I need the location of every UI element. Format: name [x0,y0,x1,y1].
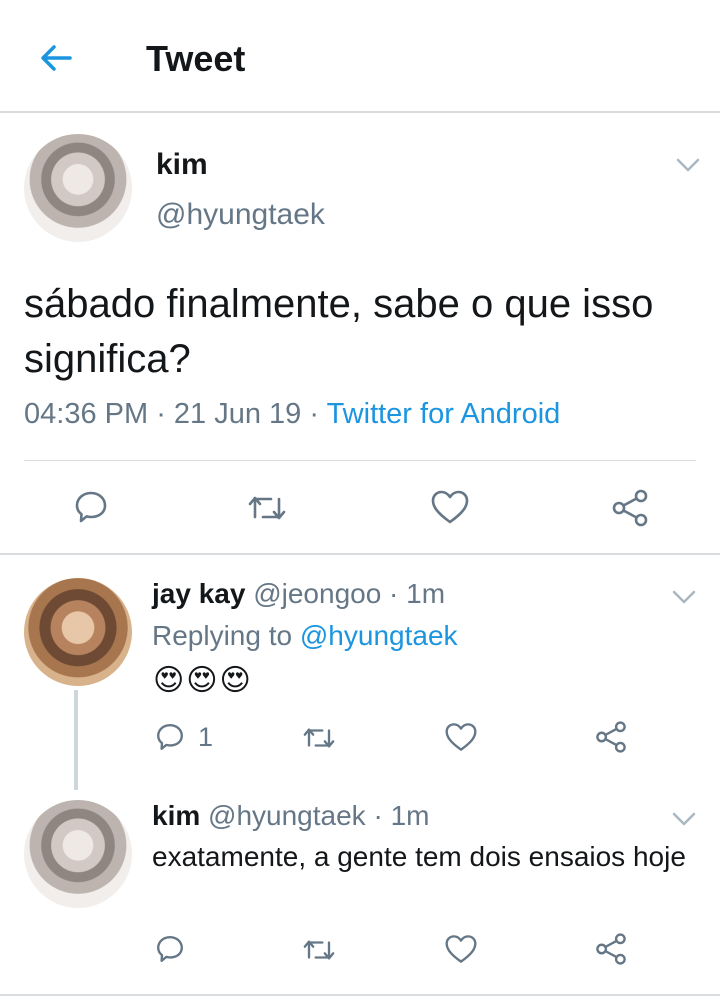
meta-separator: · [365,800,391,831]
reply-button[interactable] [72,488,110,526]
retweet-icon [303,728,335,748]
reply-button[interactable]: 1 [154,721,213,753]
reply-text: exatamente, a gente tem dois ensaios hoj… [152,841,686,872]
retweet-button[interactable] [301,723,337,753]
section-divider [0,553,720,555]
reply-count: 1 [198,721,214,752]
like-button[interactable] [444,933,478,965]
chevron-down-icon [672,812,696,826]
reply-icon [157,724,183,750]
tweet-menu-button[interactable] [673,150,703,180]
author-handle[interactable]: @hyungtaek [208,800,366,831]
replying-mention-link[interactable]: @hyungtaek [300,620,458,651]
reply-icon [75,491,107,523]
reply-text: 😍😍😍 [153,664,253,697]
chevron-down-icon [676,158,700,172]
author-handle[interactable]: @jeongoo [253,578,381,609]
page-title: Tweet [146,38,246,79]
tweet-meta: 04:36 PM · 21 Jun 19 · Twitter for Andro… [24,398,560,431]
like-icon [431,490,469,524]
avatar[interactable] [24,800,132,908]
avatar[interactable] [24,578,132,686]
reply-header: kim @hyungtaek · 1m [152,800,429,832]
meta-separator: · [301,398,327,430]
reply-time: 1m [406,578,446,609]
share-button[interactable] [610,488,650,528]
retweet-icon [248,496,286,520]
retweet-icon [303,940,335,960]
reply-button[interactable] [154,933,186,965]
chevron-down-icon [672,590,696,604]
author-name[interactable]: kim [156,148,208,182]
reply-time: 1m [390,800,430,831]
divider [24,460,696,461]
share-icon [612,489,648,527]
tweet-time: 04:36 PM [24,398,149,430]
like-icon [445,935,477,963]
author-handle[interactable]: @hyungtaek [156,198,325,232]
tweet-menu-button[interactable] [669,582,699,612]
replying-label: Replying to [152,620,300,651]
avatar[interactable] [24,134,132,242]
like-icon [445,723,477,751]
share-icon [596,721,626,753]
meta-separator: · [381,578,407,609]
back-button[interactable] [34,36,78,80]
tweet-date: 21 Jun 19 [173,398,302,430]
meta-separator: · [148,398,174,430]
section-divider [0,994,720,996]
tweet-menu-button[interactable] [669,804,699,834]
reply-header: jay kay @jeongoo · 1m [152,578,445,610]
like-button[interactable] [444,721,478,753]
share-button[interactable] [594,720,628,754]
author-name[interactable]: jay kay [152,578,245,609]
retweet-button[interactable] [246,490,288,526]
reply-icon [157,936,183,962]
tweet-client-link[interactable]: Twitter for Android [327,398,561,430]
back-arrow-icon [41,45,72,71]
author-name[interactable]: kim [152,800,200,831]
tweet-text: sábado finalmente, sabe o que isso signi… [24,282,654,381]
like-button[interactable] [430,488,470,526]
replying-to: Replying to @hyungtaek [152,620,458,652]
share-button[interactable] [594,932,628,966]
share-icon [596,933,626,965]
retweet-button[interactable] [301,935,337,965]
thread-connector [74,690,78,790]
top-bar: Tweet [0,0,720,113]
